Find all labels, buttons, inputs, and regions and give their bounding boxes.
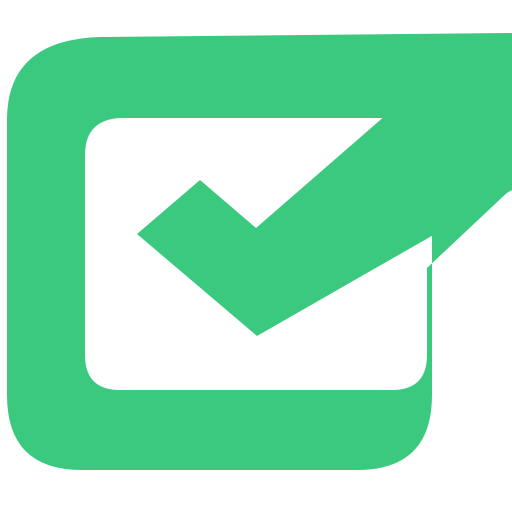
app-icon <box>0 0 512 512</box>
checkbox-check-icon <box>7 33 512 470</box>
